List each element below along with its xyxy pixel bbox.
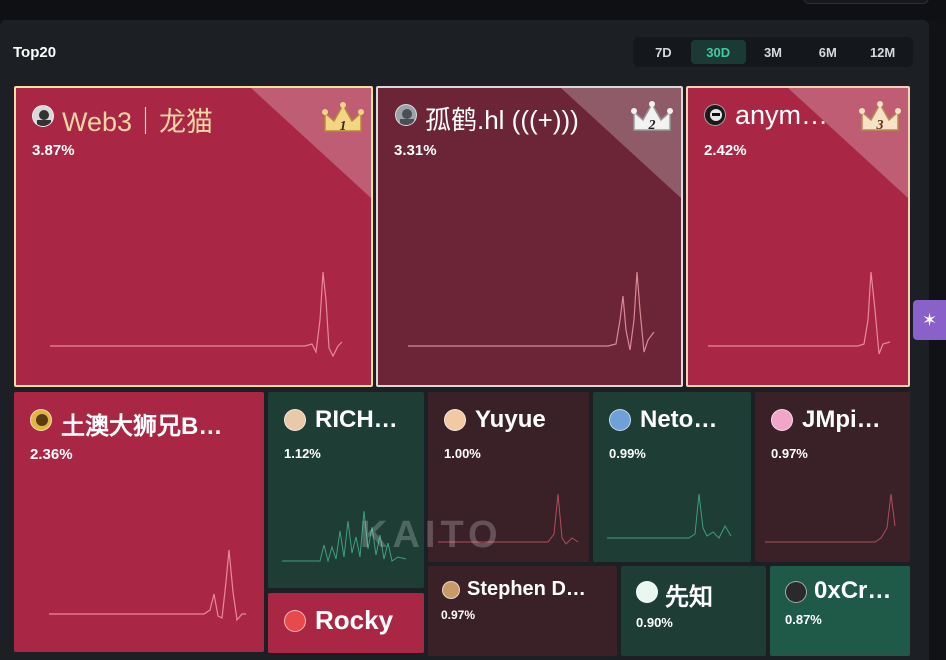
tile-percent: 0.87% (785, 612, 822, 627)
crown-rank: 2 (648, 118, 656, 133)
period-30d[interactable]: 30D (690, 40, 746, 64)
tile-percent: 0.97% (771, 446, 808, 461)
crown-icon: 2 (631, 101, 673, 133)
crown-icon: 3 (859, 101, 901, 133)
side-panel-tab[interactable]: ✶ (913, 300, 946, 340)
tile-name[interactable]: JMpi… (802, 406, 900, 434)
leaderboard-tile-11[interactable]: 0xCr… 0.87% (770, 566, 910, 656)
avatar (704, 104, 726, 126)
sparkline (50, 271, 343, 358)
leaderboard-tile-2[interactable]: 孤鹤.hl (((+))) 3.31% 2 (376, 86, 683, 387)
tile-name[interactable]: Neto… (640, 406, 740, 434)
avatar (32, 105, 54, 127)
leaderboard-tile-3[interactable]: anym… 2.42% 3 (686, 86, 910, 387)
tile-percent: 1.00% (444, 446, 481, 461)
tile-percent: 0.99% (609, 446, 646, 461)
sparkline (408, 271, 655, 353)
period-7d[interactable]: 7D (636, 40, 691, 64)
leaderboard-tile-12[interactable]: Rocky (268, 593, 424, 653)
avatar (30, 409, 52, 431)
crown-rank: 3 (876, 118, 884, 133)
sparkline (607, 493, 732, 539)
avatar (609, 409, 631, 431)
sparkline (708, 271, 891, 355)
sparkline (765, 493, 896, 543)
avatar (636, 581, 658, 603)
tile-name[interactable]: Web3｜龙猫 (62, 100, 322, 139)
top-strip (0, 0, 946, 20)
avatar (442, 581, 460, 599)
sparkline (49, 549, 246, 622)
avatar (785, 581, 807, 603)
tile-name[interactable]: 先知 (665, 577, 755, 612)
leaderboard-tile-1[interactable]: Web3｜龙猫 3.87% 1 (14, 86, 373, 387)
tile-name[interactable]: 孤鹤.hl (((+))) (425, 100, 615, 137)
tile-name[interactable]: anym… (735, 100, 845, 131)
tile-percent: 0.97% (441, 608, 476, 622)
avatar (444, 409, 466, 431)
leaderboard-tile-10[interactable]: 先知 0.90% (621, 566, 766, 656)
crown-icon: 1 (322, 102, 364, 134)
avatar (284, 409, 306, 431)
period-12m[interactable]: 12M (855, 40, 910, 64)
sparkle-icon: ✶ (921, 309, 938, 330)
avatar (771, 409, 793, 431)
tile-name[interactable]: 0xCr… (814, 577, 904, 605)
watermark-logo: KAITO (360, 514, 503, 556)
tile-name[interactable]: 土澳大狮兄B… (61, 406, 256, 441)
crown-rank: 1 (340, 119, 347, 134)
tile-name[interactable]: RICH… (315, 406, 415, 434)
leaderboard-tile-7[interactable]: Neto… 0.99% (593, 392, 751, 562)
leaderboard-tile-4[interactable]: 土澳大狮兄B… 2.36% (14, 392, 264, 652)
period-3m[interactable]: 3M (746, 40, 801, 64)
period-selector: 7D 30D 3M 6M 12M (633, 37, 913, 67)
tile-name[interactable]: Rocky (315, 605, 415, 636)
leaderboard-tile-8[interactable]: JMpi… 0.97% (755, 392, 910, 562)
leaderboard-tile-5[interactable]: RICH… 1.12% (268, 392, 424, 588)
tile-name[interactable]: Stephen D… (467, 578, 607, 601)
tile-percent: 1.12% (284, 446, 321, 461)
tile-percent: 3.31% (394, 142, 437, 159)
tile-percent: 0.90% (636, 615, 673, 630)
tile-percent: 3.87% (32, 142, 75, 159)
period-6m[interactable]: 6M (800, 40, 855, 64)
tile-percent: 2.42% (704, 142, 747, 159)
top-button[interactable] (803, 0, 929, 4)
tile-percent: 2.36% (30, 446, 73, 463)
section-title: Top20 (13, 44, 57, 61)
tile-name[interactable]: Yuyue (475, 406, 585, 434)
avatar (395, 104, 417, 126)
avatar (284, 610, 306, 632)
leaderboard-tile-9[interactable]: Stephen D… 0.97% (428, 566, 617, 656)
